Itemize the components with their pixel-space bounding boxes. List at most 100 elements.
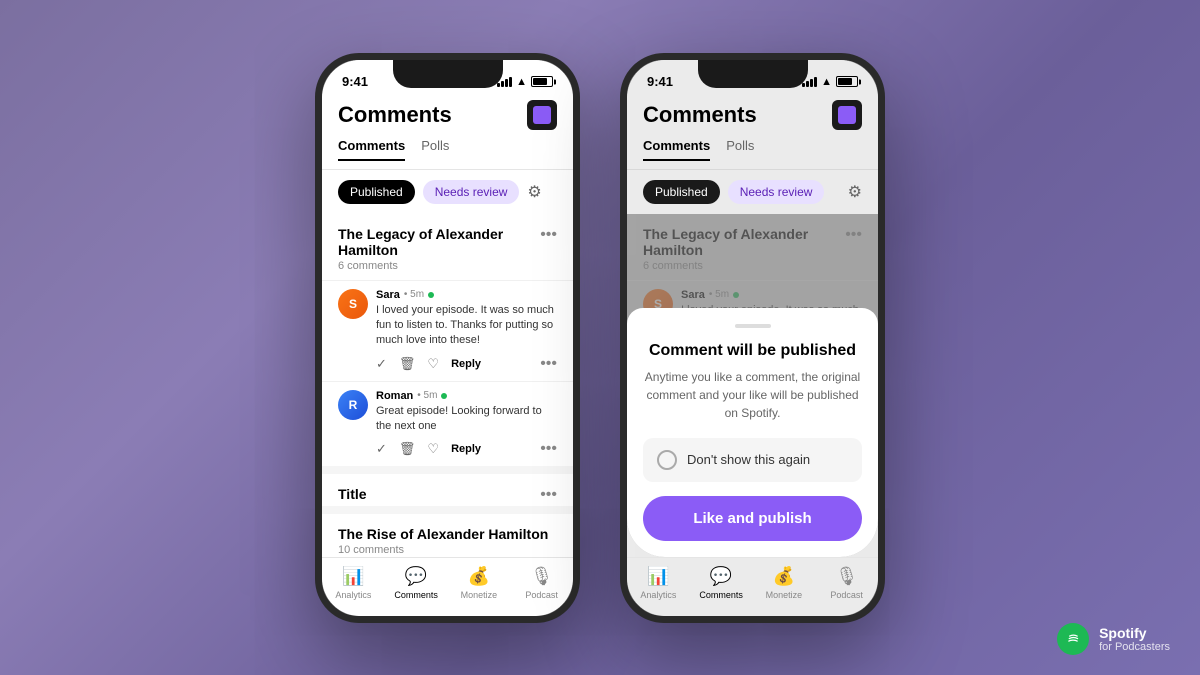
dot-sara-left	[428, 292, 434, 298]
comments-icon-right: 💬	[710, 566, 732, 587]
brand-text: Spotify for Podcasters	[1099, 625, 1170, 653]
heart-icon-roman-left[interactable]: ♡	[427, 441, 439, 457]
modal-handle	[735, 324, 771, 328]
spotify-brand-sub: for Podcasters	[1099, 641, 1170, 653]
nav-analytics-right[interactable]: 📊 Analytics	[627, 566, 690, 600]
check-icon-roman-left[interactable]: ✓	[376, 441, 387, 457]
modal-description: Anytime you like a comment, the original…	[643, 368, 862, 422]
nav-analytics-left[interactable]: 📊 Analytics	[322, 566, 385, 600]
modal-title: Comment will be published	[643, 342, 862, 360]
spotify-logo-icon	[1057, 623, 1089, 655]
dot-roman-left	[441, 393, 447, 399]
nav-podcast-label-right: Podcast	[830, 590, 863, 600]
right-phone: 9:41 ▲ Comments	[620, 53, 885, 623]
app-header-right: Comments	[627, 96, 878, 138]
time-right: 9:41	[647, 74, 673, 89]
avatar-sara-left: S	[338, 289, 368, 319]
left-phone: 9:41 ▲ Comments	[315, 53, 580, 623]
nav-monetize-left[interactable]: 💰 Monetize	[448, 566, 511, 600]
episode-header-1-left: The Legacy of Alexander Hamilton •••	[322, 214, 573, 260]
page-title-left: Comments	[338, 102, 452, 128]
battery-icon	[531, 76, 553, 87]
bottom-nav-left: 📊 Analytics 💬 Comments 💰 Monetize 🎙 Podc…	[322, 557, 573, 616]
tab-comments-right[interactable]: Comments	[643, 138, 710, 161]
episode-section-3-left: The Rise of Alexander Hamilton 10 commen…	[322, 514, 573, 556]
trash-icon-sara-left[interactable]: 🗑	[399, 356, 416, 372]
nav-monetize-label-right: Monetize	[766, 590, 803, 600]
nav-comments-label-right: Comments	[699, 590, 743, 600]
modal-overlay: Comment will be published Anytime you li…	[627, 214, 878, 557]
more-icon-ep2-left[interactable]: •••	[540, 486, 557, 504]
reply-btn-sara-left[interactable]: Reply	[451, 358, 481, 370]
tab-row-left: Comments Polls	[322, 138, 573, 170]
tab-row-right: Comments Polls	[627, 138, 878, 170]
time-roman-left: • 5m	[417, 390, 437, 401]
scroll-content-left: The Legacy of Alexander Hamilton ••• 6 c…	[322, 214, 573, 557]
nav-monetize-label-left: Monetize	[461, 590, 498, 600]
author-roman-left: Roman	[376, 390, 413, 402]
nav-comments-left[interactable]: 💬 Comments	[385, 566, 448, 600]
tab-polls-right[interactable]: Polls	[726, 138, 754, 161]
episode-title-3-left: The Rise of Alexander Hamilton	[338, 526, 548, 542]
podcast-icon-btn-left[interactable]	[527, 100, 557, 130]
reply-btn-roman-left[interactable]: Reply	[451, 443, 481, 455]
episode-count-1-left: 6 comments	[322, 260, 573, 280]
like-and-publish-button[interactable]: Like and publish	[643, 496, 862, 541]
more-icon-sara-left[interactable]: •••	[540, 355, 557, 373]
nav-analytics-label-left: Analytics	[335, 590, 371, 600]
time-left: 9:41	[342, 74, 368, 89]
filter-published-right[interactable]: Published	[643, 180, 720, 204]
episode-count-3-left: 10 comments	[322, 544, 573, 556]
analytics-icon-right: 📊	[647, 566, 669, 587]
episode-section-2-left: Title •••	[322, 474, 573, 506]
analytics-icon: 📊	[342, 566, 364, 587]
podcast-icon-nav-right: 🎙	[835, 566, 858, 587]
filter-published-left[interactable]: Published	[338, 180, 415, 204]
filter-settings-icon-right[interactable]: ⚙	[848, 182, 862, 202]
status-icons-right: ▲	[802, 76, 858, 88]
comment-roman-left: R Roman • 5m Great episode! Looking forw…	[322, 381, 573, 467]
dont-show-checkbox-row[interactable]: Don't show this again	[643, 438, 862, 482]
episode-section-1-left: The Legacy of Alexander Hamilton ••• 6 c…	[322, 214, 573, 467]
avatar-roman-left: R	[338, 390, 368, 420]
status-bar-right: 9:41 ▲	[627, 60, 878, 96]
heart-icon-sara-left[interactable]: ♡	[427, 356, 439, 372]
wifi-icon: ▲	[516, 76, 527, 88]
podcast-icon-btn-right[interactable]	[832, 100, 862, 130]
more-icon-ep1-left[interactable]: •••	[540, 226, 557, 244]
signal-icon	[497, 77, 512, 87]
nav-podcast-label-left: Podcast	[525, 590, 558, 600]
trash-icon-roman-left[interactable]: 🗑	[399, 441, 416, 457]
spotify-brand-name: Spotify	[1099, 625, 1170, 641]
battery-icon-right	[836, 76, 858, 87]
nav-comments-right[interactable]: 💬 Comments	[690, 566, 753, 600]
nav-analytics-label-right: Analytics	[640, 590, 676, 600]
modal-sheet: Comment will be published Anytime you li…	[627, 308, 878, 557]
nav-podcast-left[interactable]: 🎙 Podcast	[510, 566, 573, 600]
nav-monetize-right[interactable]: 💰 Monetize	[753, 566, 816, 600]
filter-needs-review-left[interactable]: Needs review	[423, 180, 520, 204]
signal-icon-right	[802, 77, 817, 87]
actions-sara-left: ✓ 🗑 ♡ Reply •••	[376, 355, 557, 373]
check-icon-sara-left[interactable]: ✓	[376, 356, 387, 372]
monetize-icon: 💰	[468, 566, 490, 587]
filter-row-left: Published Needs review ⚙	[322, 170, 573, 214]
tab-polls-left[interactable]: Polls	[421, 138, 449, 161]
podcast-icon-nav: 🎙	[530, 566, 553, 587]
tab-comments-left[interactable]: Comments	[338, 138, 405, 161]
filter-row-right: Published Needs review ⚙	[627, 170, 878, 214]
content-area-right: The Legacy of Alexander Hamilton ••• 6 c…	[627, 214, 878, 557]
checkbox-circle[interactable]	[657, 450, 677, 470]
comments-icon: 💬	[405, 566, 427, 587]
actions-roman-left: ✓ 🗑 ♡ Reply •••	[376, 440, 557, 458]
nav-comments-label-left: Comments	[394, 590, 438, 600]
episode-header-2-left: Title •••	[322, 474, 573, 506]
filter-settings-icon-left[interactable]: ⚙	[527, 182, 557, 202]
nav-podcast-right[interactable]: 🎙 Podcast	[815, 566, 878, 600]
filter-needs-review-right[interactable]: Needs review	[728, 180, 825, 204]
text-roman-left: Great episode! Looking forward to the ne…	[376, 404, 557, 435]
podcast-icon-left	[533, 106, 551, 124]
author-sara-left: Sara	[376, 289, 400, 301]
bottom-nav-right: 📊 Analytics 💬 Comments 💰 Monetize 🎙 Podc…	[627, 557, 878, 616]
more-icon-roman-left[interactable]: •••	[540, 440, 557, 458]
